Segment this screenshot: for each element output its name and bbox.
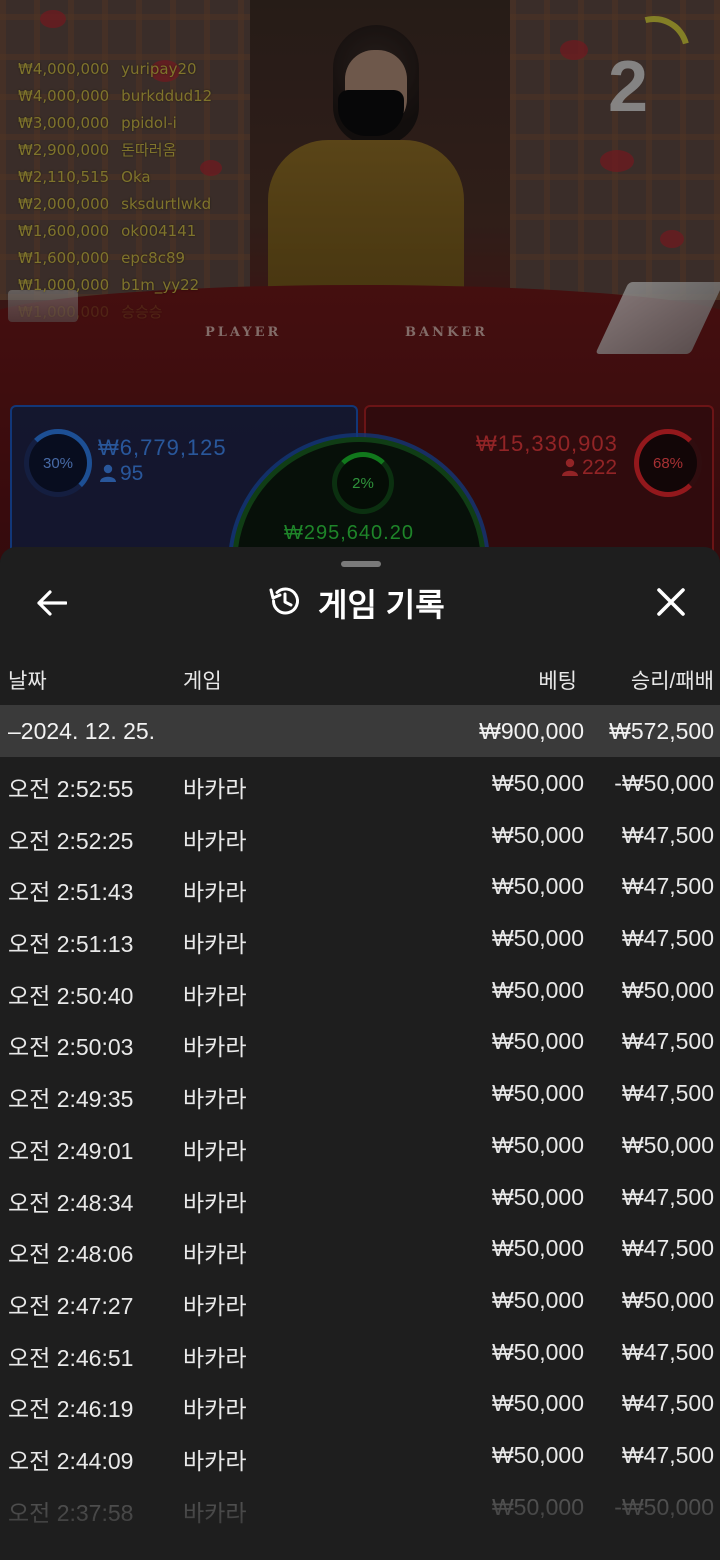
history-table-body: –2024. 12. 25. ₩900,000 ₩572,500 오전 2:52… <box>0 705 720 1532</box>
back-button[interactable] <box>30 583 74 627</box>
arrow-left-icon <box>37 589 68 621</box>
history-row[interactable]: 오전 2:49:01 바카라 ₩50,000 ₩50,000 <box>0 1119 720 1171</box>
live-game-video: PLAYER BANKER 2 ₩4,000,000 yuripay20 ₩4,0… <box>0 0 720 560</box>
history-row[interactable]: 오전 2:52:55 바카라 ₩50,000 -₩50,000 <box>0 757 720 809</box>
history-table-header: 날짜 게임 베팅 승리/패배 <box>0 659 720 699</box>
sheet-title: 게임 기록 <box>268 581 445 625</box>
column-header-result: 승리/패배 <box>630 670 714 693</box>
history-row[interactable]: 오전 2:46:19 바카라 ₩50,000 ₩47,500 <box>0 1377 720 1429</box>
history-icon <box>268 584 302 623</box>
history-row[interactable]: 오전 2:50:40 바카라 ₩50,000 ₩50,000 <box>0 964 720 1016</box>
history-row[interactable]: 오전 2:46:51 바카라 ₩50,000 ₩47,500 <box>0 1326 720 1378</box>
history-row[interactable]: 오전 2:47:27 바카라 ₩50,000 ₩50,000 <box>0 1274 720 1326</box>
history-row[interactable]: 오전 2:51:43 바카라 ₩50,000 ₩47,500 <box>0 860 720 912</box>
column-header-game: 게임 <box>183 670 222 693</box>
column-header-bet: 베팅 <box>538 670 577 693</box>
date-summary-row[interactable]: –2024. 12. 25. ₩900,000 ₩572,500 <box>0 705 720 757</box>
history-row[interactable]: 오전 2:52:25 바카라 ₩50,000 ₩47,500 <box>0 809 720 861</box>
history-row[interactable]: 오전 2:37:58 바카라 ₩50,000 -₩50,000 <box>0 1481 720 1533</box>
close-icon <box>656 587 686 622</box>
summary-result-total: ₩572,500 <box>609 718 714 744</box>
history-row[interactable]: 오전 2:48:06 바카라 ₩50,000 ₩47,500 <box>0 1222 720 1274</box>
history-row[interactable]: 오전 2:48:34 바카라 ₩50,000 ₩47,500 <box>0 1171 720 1223</box>
close-button[interactable] <box>648 581 694 627</box>
sheet-drag-handle[interactable] <box>341 561 381 567</box>
modal-scrim[interactable] <box>0 0 720 560</box>
history-row[interactable]: 오전 2:44:09 바카라 ₩50,000 ₩47,500 <box>0 1429 720 1481</box>
column-header-date: 날짜 <box>8 670 47 693</box>
summary-date: –2024. 12. 25. <box>8 718 156 744</box>
sheet-title-text: 게임 기록 <box>318 587 445 623</box>
game-history-sheet: 게임 기록 날짜 게임 베팅 승리/패배 –2024. 12. 25. ₩900… <box>0 547 720 1560</box>
history-row[interactable]: 오전 2:50:03 바카라 ₩50,000 ₩47,500 <box>0 1015 720 1067</box>
history-row[interactable]: 오전 2:51:13 바카라 ₩50,000 ₩47,500 <box>0 912 720 964</box>
history-row[interactable]: 오전 2:49:35 바카라 ₩50,000 ₩47,500 <box>0 1067 720 1119</box>
summary-bet-total: ₩900,000 <box>479 718 584 744</box>
